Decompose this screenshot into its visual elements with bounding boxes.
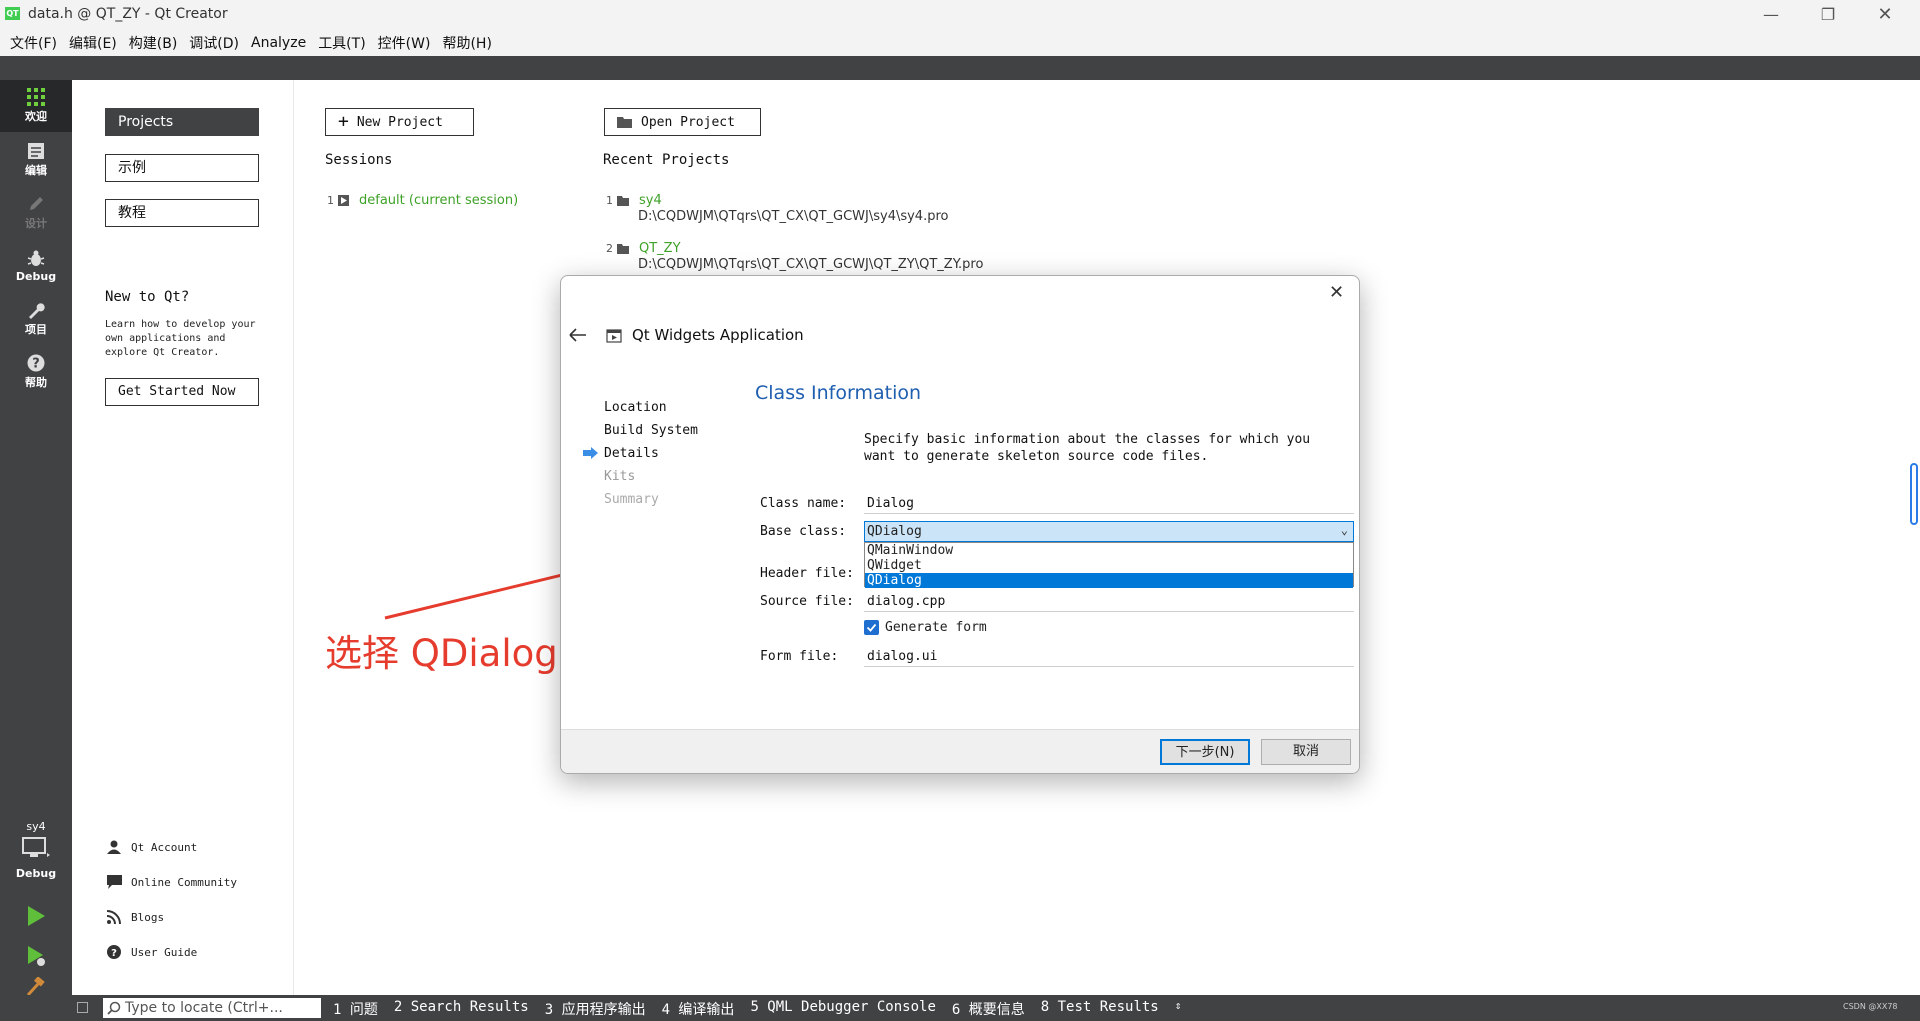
dropdown-option-selected[interactable]: QDialog bbox=[865, 573, 1353, 588]
locator-placeholder: Type to locate (Ctrl+... bbox=[125, 1000, 283, 1016]
tab-search-results[interactable]: 2 Search Results bbox=[394, 999, 529, 1019]
status-bar: Type to locate (Ctrl+... 1 问题 2 Search R… bbox=[0, 995, 1920, 1021]
back-arrow-icon bbox=[569, 328, 586, 342]
wizard-window-icon bbox=[606, 329, 622, 343]
close-icon[interactable]: ✕ bbox=[1329, 282, 1344, 303]
base-class-label: Base class: bbox=[760, 524, 847, 539]
new-project-wizard-dialog: ✕ Qt Widgets Application Location Build … bbox=[560, 275, 1360, 774]
tab-qml-debugger-console[interactable]: 5 QML Debugger Console bbox=[750, 999, 935, 1019]
back-button[interactable] bbox=[569, 328, 587, 342]
base-class-combobox[interactable]: QDialog ⌄ bbox=[864, 521, 1354, 542]
tab-general-messages[interactable]: 6 概要信息 bbox=[952, 999, 1025, 1019]
annotation-text: 选择 QDialog bbox=[325, 632, 558, 675]
header-file-label: Header file: bbox=[760, 566, 854, 581]
form-file-field[interactable]: dialog.ui bbox=[864, 647, 1354, 667]
form-file-label: Form file: bbox=[760, 649, 839, 664]
wizard-step-details: Details bbox=[604, 446, 659, 461]
base-class-dropdown: QMainWindow QWidget QDialog bbox=[864, 542, 1354, 588]
next-button[interactable]: 下一步(N) bbox=[1160, 739, 1250, 765]
page-description: Specify basic information about the clas… bbox=[864, 432, 1311, 464]
wizard-step-build-system: Build System bbox=[604, 423, 698, 438]
wizard-step-summary: Summary bbox=[604, 492, 659, 507]
base-class-value: QDialog bbox=[867, 524, 922, 539]
watermark: CSDN @XX78 bbox=[1843, 1002, 1898, 1011]
search-icon bbox=[107, 1001, 121, 1015]
tab-application-output[interactable]: 3 应用程序输出 bbox=[545, 999, 646, 1019]
dropdown-option[interactable]: QWidget bbox=[865, 558, 1353, 573]
dropdown-option[interactable]: QMainWindow bbox=[865, 543, 1353, 558]
source-file-field[interactable]: dialog.cpp bbox=[864, 592, 1354, 612]
generate-form-checkbox[interactable]: Generate form bbox=[864, 620, 987, 635]
scrollbar-thumb[interactable] bbox=[1910, 463, 1918, 525]
source-file-label: Source file: bbox=[760, 594, 854, 609]
tab-test-results[interactable]: 8 Test Results bbox=[1041, 999, 1159, 1019]
current-step-arrow-icon bbox=[583, 447, 599, 459]
class-name-label: Class name: bbox=[760, 496, 847, 511]
output-pane-tabs: 1 问题 2 Search Results 3 应用程序输出 4 编译输出 5 … bbox=[333, 999, 1181, 1019]
wizard-step-kits: Kits bbox=[604, 469, 636, 484]
wizard-title: Qt Widgets Application bbox=[632, 326, 804, 344]
tab-compile-output[interactable]: 4 编译输出 bbox=[662, 999, 735, 1019]
checkbox-checked-icon bbox=[864, 620, 879, 635]
class-name-field[interactable]: Dialog bbox=[864, 494, 1354, 514]
wizard-step-location: Location bbox=[604, 400, 667, 415]
toggle-sidebar-icon[interactable] bbox=[77, 1002, 88, 1013]
more-tabs-icon[interactable]: ⇕ bbox=[1175, 999, 1182, 1019]
cancel-button[interactable]: 取消 bbox=[1261, 739, 1351, 765]
tab-issues[interactable]: 1 问题 bbox=[333, 999, 378, 1019]
generate-form-label: Generate form bbox=[885, 620, 987, 635]
locator-input[interactable]: Type to locate (Ctrl+... bbox=[103, 998, 321, 1018]
chevron-down-icon: ⌄ bbox=[1340, 523, 1348, 537]
page-title: Class Information bbox=[755, 382, 922, 404]
